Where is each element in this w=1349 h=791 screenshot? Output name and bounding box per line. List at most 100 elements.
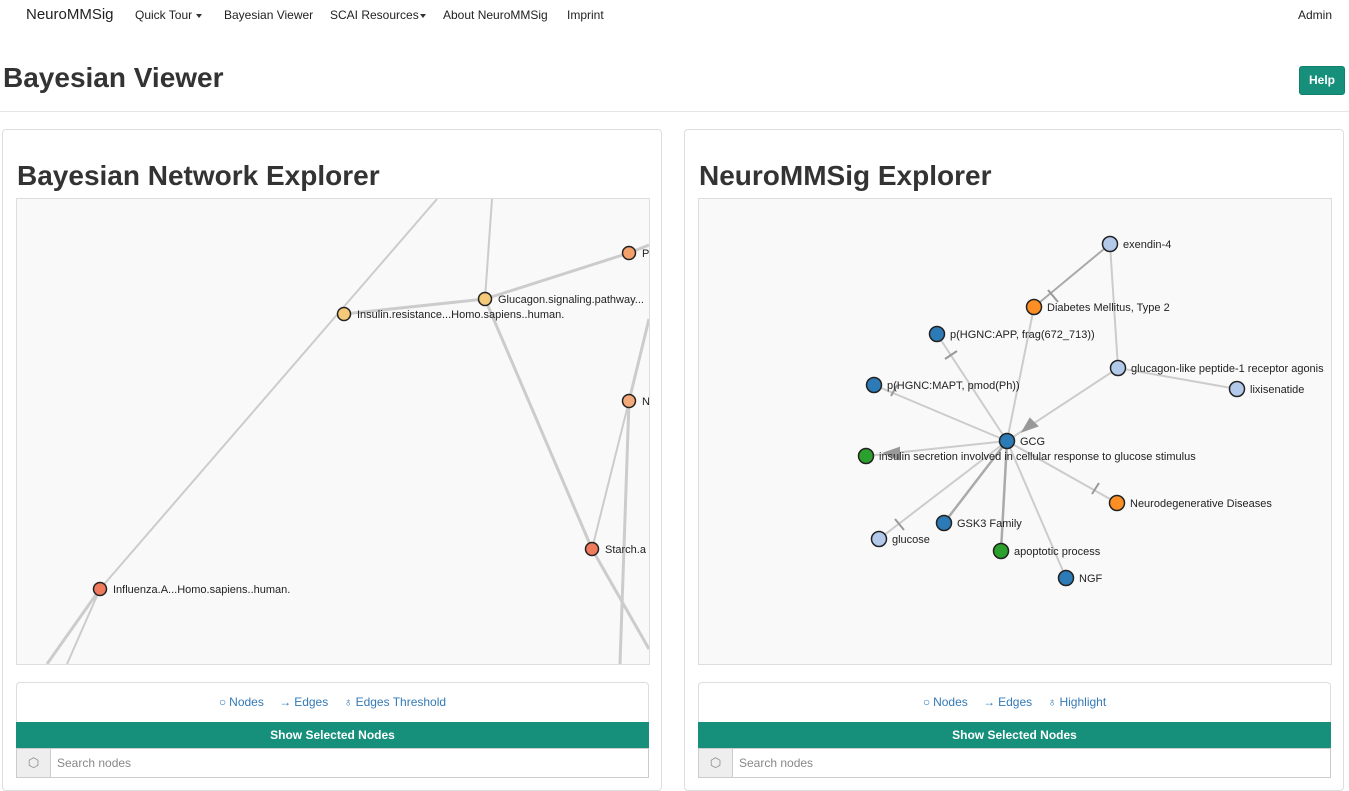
search-box: ⬡ <box>698 748 1331 778</box>
graph-node[interactable] <box>935 514 953 532</box>
node-label: glucagon-like peptide-1 receptor agonis <box>1131 363 1324 375</box>
node-label: Diabetes Mellitus, Type 2 <box>1047 302 1170 314</box>
graph-edge <box>873 384 1008 442</box>
edges-threshold-control[interactable]: ♁ Edges Threshold <box>344 695 447 709</box>
edges-control-label: Edges <box>998 695 1033 709</box>
edges-threshold-label: Edges Threshold <box>355 695 447 709</box>
nav-bayesian-viewer[interactable]: Bayesian Viewer <box>224 8 313 22</box>
nav-about[interactable]: About NeuroMMSig <box>443 8 548 22</box>
node-label: P <box>642 248 649 260</box>
inhibition-marker <box>944 350 958 360</box>
node-label: Glucagon.signaling.pathway... <box>498 294 644 306</box>
node-label: insulin secretion involved in cellular r… <box>879 451 1196 463</box>
top-navbar: NeuroMMSig Quick Tour Bayesian Viewer SC… <box>0 0 1349 30</box>
graph-node[interactable] <box>477 291 493 307</box>
node-label: glucose <box>892 534 930 546</box>
graph-edge <box>1033 243 1111 308</box>
brand-link[interactable]: NeuroMMSig <box>26 6 114 23</box>
arrow-right-icon: → <box>279 695 292 709</box>
bayesian-graph-canvas[interactable]: Insulin.resistance...Homo.sapiens..human… <box>16 198 650 665</box>
search-box: ⬡ <box>16 748 649 778</box>
bayesian-network-panel: Bayesian Network Explorer Insulin.resist… <box>2 129 662 791</box>
edges-control[interactable]: → Edges <box>279 695 328 709</box>
hexagon-icon: ⬡ <box>17 749 51 777</box>
nav-imprint[interactable]: Imprint <box>567 8 604 22</box>
graph-node[interactable] <box>1025 298 1043 316</box>
node-label: NGF <box>1079 573 1103 585</box>
search-nodes-input[interactable] <box>739 755 1299 771</box>
edges-control[interactable]: → Edges <box>983 695 1032 709</box>
nodes-control[interactable]: ○ Nodes <box>923 695 968 709</box>
node-label: GSK3 Family <box>957 518 1022 530</box>
graph-edge <box>484 199 493 300</box>
panel-title: NeuroMMSig Explorer <box>699 160 992 191</box>
node-label: Neurodegenerative Diseases <box>1130 498 1272 510</box>
show-selected-nodes-button[interactable]: Show Selected Nodes <box>698 722 1331 748</box>
graph-node[interactable] <box>928 325 946 343</box>
graph-node[interactable] <box>584 541 600 557</box>
node-label: Influenza.A...Homo.sapiens..human. <box>113 584 290 596</box>
panel-title: Bayesian Network Explorer <box>17 160 380 191</box>
circle-icon: ○ <box>922 695 931 709</box>
lightbulb-icon: ♁ <box>343 695 353 709</box>
node-label: exendin-4 <box>1123 239 1171 251</box>
edges-control-label: Edges <box>294 695 329 709</box>
node-label: p(HGNC:MAPT, pmod(Ph)) <box>887 380 1020 392</box>
neurommsig-panel: NeuroMMSig Explorer exendin-4 Diabetes M… <box>684 129 1344 791</box>
highlight-control[interactable]: ♁ Highlight <box>1047 695 1106 709</box>
nav-scai-resources[interactable]: SCAI Resources <box>330 8 426 22</box>
neurommsig-graph[interactable]: exendin-4 Diabetes Mellitus, Type 2 p(HG… <box>699 199 1331 664</box>
node-label: Insulin.resistance...Homo.sapiens..human… <box>357 309 564 321</box>
graph-edge <box>99 199 438 590</box>
graph-node[interactable] <box>870 530 888 548</box>
graph-labels: exendin-4 Diabetes Mellitus, Type 2 p(HG… <box>879 239 1324 585</box>
neurommsig-graph-canvas[interactable]: exendin-4 Diabetes Mellitus, Type 2 p(HG… <box>698 198 1332 665</box>
node-label: GCG <box>1020 436 1045 448</box>
nav-scai-resources-label: SCAI Resources <box>330 8 419 22</box>
graph-node[interactable] <box>1057 569 1075 587</box>
node-label: Starch.a <box>605 544 647 556</box>
graph-node[interactable] <box>1101 235 1119 253</box>
graph-edge <box>45 588 102 664</box>
hexagon-icon: ⬡ <box>699 749 733 777</box>
graph-edge <box>618 400 631 664</box>
graph-edge <box>627 318 649 402</box>
node-label: p(HGNC:APP, frag(672_713)) <box>950 329 1095 341</box>
graph-controls: ○ Nodes → Edges ♁ Highlight <box>698 682 1331 723</box>
bayesian-network-graph[interactable]: Insulin.resistance...Homo.sapiens..human… <box>17 199 649 664</box>
highlight-control-label: Highlight <box>1059 695 1107 709</box>
graph-node[interactable] <box>865 376 883 394</box>
caret-down-icon <box>196 13 203 18</box>
nodes-control-label: Nodes <box>933 695 968 709</box>
graph-node[interactable] <box>92 581 108 597</box>
nodes-control[interactable]: ○ Nodes <box>219 695 264 709</box>
node-label: apoptotic process <box>1014 546 1101 558</box>
nav-quick-tour[interactable]: Quick Tour <box>135 8 203 22</box>
graph-node[interactable] <box>1228 380 1246 398</box>
graph-node[interactable] <box>1108 494 1126 512</box>
nav-admin[interactable]: Admin <box>1298 8 1332 22</box>
node-label: N <box>642 396 649 408</box>
graph-node[interactable] <box>857 447 875 465</box>
nodes-control-label: Nodes <box>229 695 264 709</box>
help-button[interactable]: Help <box>1299 66 1345 95</box>
graph-labels: Insulin.resistance...Homo.sapiens..human… <box>113 248 649 596</box>
graph-node[interactable] <box>1109 359 1127 377</box>
show-selected-nodes-button[interactable]: Show Selected Nodes <box>16 722 649 748</box>
circle-icon: ○ <box>218 695 227 709</box>
divider <box>0 111 1349 112</box>
page-title: Bayesian Viewer <box>3 62 224 93</box>
graph-node[interactable] <box>621 245 637 261</box>
graph-controls: ○ Nodes → Edges ♁ Edges Threshold <box>16 682 649 723</box>
graph-node[interactable] <box>621 393 637 409</box>
graph-edge <box>484 251 630 301</box>
activation-arrow <box>1020 417 1039 433</box>
caret-down-icon <box>419 13 426 18</box>
nav-quick-tour-label: Quick Tour <box>135 8 193 22</box>
edge-markers <box>882 289 1100 531</box>
graph-node[interactable] <box>336 306 352 322</box>
graph-node[interactable] <box>992 542 1010 560</box>
lightbulb-icon: ♁ <box>1047 695 1057 709</box>
graph-node[interactable] <box>998 432 1016 450</box>
search-nodes-input[interactable] <box>57 755 617 771</box>
